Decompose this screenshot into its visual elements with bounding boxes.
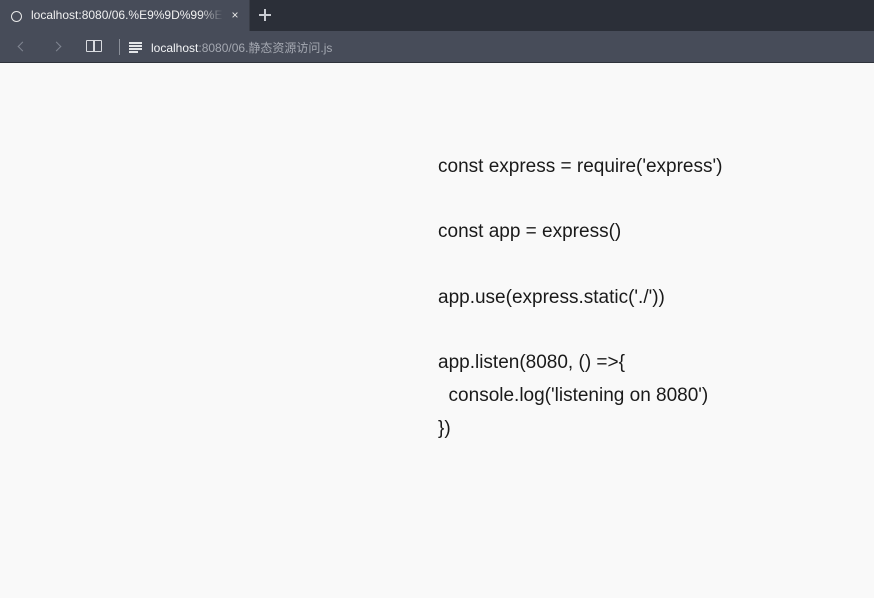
toolbar-divider [119, 39, 120, 55]
tab-strip: localhost:8080/06.%E9%9D%99%E6%80%81%E8%… [0, 0, 874, 31]
code-line: }) [438, 417, 451, 439]
url-path: :8080/06.静态资源访问.js [198, 41, 333, 55]
page-content: const express = require('express') const… [0, 63, 874, 598]
code-line: app.listen(8080, () =>{ [438, 352, 625, 374]
url-host: localhost [151, 41, 199, 55]
plus-icon[interactable] [256, 6, 274, 24]
browser-tab-active[interactable]: localhost:8080/06.%E9%9D%99%E6%80%81%E8%… [0, 0, 250, 31]
code-line: const express = require('express') [438, 156, 723, 177]
code-line: const app = express() [438, 221, 622, 243]
reader-mode-button[interactable] [86, 40, 103, 53]
code-block: const express = require('express') const… [438, 151, 858, 445]
document-lines-icon [129, 42, 142, 53]
forward-button[interactable] [51, 39, 67, 55]
chevron-right-icon [51, 41, 62, 52]
close-icon[interactable]: × [229, 8, 241, 22]
code-line: console.log('listening on 8080') [438, 384, 709, 406]
navigation-toolbar: localhost:8080/06.静态资源访问.js [0, 31, 874, 63]
address-bar[interactable]: localhost:8080/06.静态资源访问.js [151, 39, 332, 56]
code-line: app.use(express.static('./')) [438, 286, 665, 308]
back-button[interactable] [14, 39, 30, 55]
tab-title: localhost:8080/06.%E9%9D%99%E6%80%81%E8%… [31, 8, 223, 22]
circle-icon [11, 11, 22, 22]
book-icon [86, 40, 94, 52]
chevron-left-icon [17, 41, 28, 52]
